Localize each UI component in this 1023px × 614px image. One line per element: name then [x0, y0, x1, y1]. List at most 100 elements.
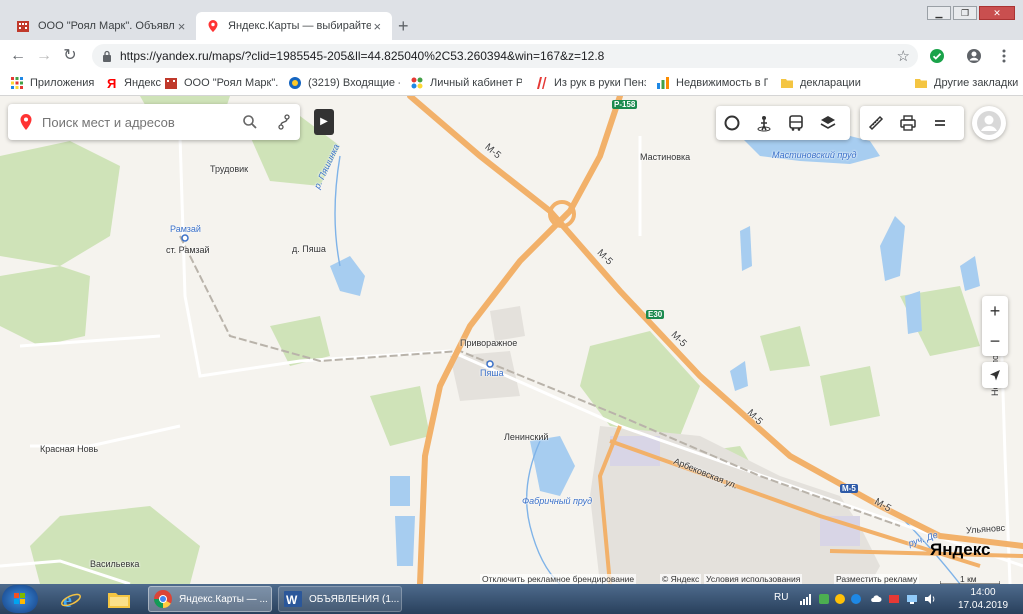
station-label[interactable]: Пяша — [480, 368, 504, 378]
zoom-in-button[interactable]: + — [982, 296, 1008, 326]
water-body — [330, 256, 365, 296]
tab-bar: ООО "Роял Марк". Объявления × Яндекс.Кар… — [0, 0, 1023, 40]
tab-close-icon[interactable]: × — [371, 19, 384, 34]
bookmark-star-icon[interactable]: ☆ — [897, 47, 910, 65]
volume-icon[interactable] — [924, 593, 936, 605]
address-bar[interactable]: https://yandex.ru/maps/?clid=1985545-205… — [92, 44, 918, 68]
water-body — [740, 226, 752, 271]
yandex-logo[interactable]: Яндекс — [930, 540, 990, 560]
menu-button[interactable] — [924, 106, 956, 140]
transport-button[interactable] — [780, 106, 812, 140]
dots-icon — [411, 77, 423, 89]
zoom-out-button[interactable]: − — [982, 326, 1008, 356]
word-icon: W — [284, 591, 302, 607]
hands-icon — [537, 77, 547, 89]
taskbar-explorer[interactable] — [96, 586, 142, 612]
network-signal-icon[interactable] — [800, 593, 812, 605]
place-label[interactable]: ст. Рамзай — [166, 245, 210, 255]
minimize-icon[interactable]: ▁ — [927, 6, 951, 20]
traffic-button[interactable] — [716, 106, 748, 140]
layers-button[interactable] — [812, 106, 844, 140]
reload-icon[interactable]: ↻ — [60, 46, 80, 66]
printer-icon — [900, 115, 916, 131]
bookmark-mail[interactable]: (3219) Входящие - п — [288, 76, 400, 90]
water-body — [880, 216, 905, 281]
disable-ad-link[interactable]: Отключить рекламное брендирование — [480, 574, 637, 584]
bookmark-yandex[interactable]: Я Яндекс — [104, 76, 161, 90]
terms-link[interactable]: Условия использования — [704, 574, 803, 584]
bookmark-other[interactable]: Другие закладки — [914, 76, 1018, 90]
print-button[interactable] — [892, 106, 924, 140]
road-shield-e30: E30 — [646, 310, 665, 319]
fabrichny-pond — [530, 436, 575, 496]
minor-road — [30, 424, 181, 448]
browser-window: ООО "Роял Марк". Объявления × Яндекс.Кар… — [0, 0, 1023, 614]
cloud-icon[interactable] — [870, 593, 882, 605]
forward-icon[interactable]: → — [34, 46, 54, 66]
user-avatar[interactable] — [972, 106, 1006, 140]
place-label[interactable]: Красная Новь — [40, 444, 98, 454]
internet-explorer-icon: e — [61, 590, 81, 610]
station-icon — [181, 234, 189, 242]
forest-area — [0, 266, 90, 346]
bookmark-realty[interactable]: Недвижимость в По — [656, 76, 768, 90]
bookmark-irr[interactable]: Из рук в руки Пенза — [534, 76, 646, 90]
hamburger-icon — [935, 120, 945, 126]
clock-time: 14:00 — [970, 587, 996, 598]
check-extension-icon[interactable] — [929, 48, 945, 64]
building-favicon-icon — [165, 78, 177, 89]
place-label[interactable]: Приворажное — [460, 338, 517, 348]
bookmark-cabinet[interactable]: Личный кабинет Pro — [410, 76, 522, 90]
bookmark-label: Приложения — [30, 77, 95, 89]
place-label[interactable]: Васильевка — [90, 559, 139, 569]
traffic-icon — [724, 115, 740, 131]
ruler-button[interactable] — [860, 106, 892, 140]
bars-icon — [657, 77, 669, 89]
chrome-icon — [154, 590, 172, 608]
account-icon[interactable] — [966, 48, 982, 64]
svg-text:Я: Я — [107, 76, 116, 90]
route-icon[interactable] — [276, 114, 292, 130]
restore-icon[interactable]: ❐ — [953, 6, 977, 20]
bus-icon — [789, 115, 803, 131]
close-window-icon[interactable]: ✕ — [979, 6, 1015, 20]
place-label[interactable]: д. Пяша — [292, 244, 326, 254]
map-search-box — [8, 104, 300, 140]
tray-app-icon[interactable] — [888, 593, 900, 605]
tab-yandex-maps[interactable]: Яндекс.Карты — выбирайте, где × — [196, 12, 392, 40]
place-label[interactable]: Мастиновка — [640, 152, 690, 162]
panorama-button[interactable] — [748, 106, 780, 140]
sidebar-toggle-icon[interactable]: ▶ — [314, 109, 334, 135]
start-button[interactable] — [2, 585, 38, 613]
network-icon[interactable] — [906, 593, 918, 605]
tab-royal-mark[interactable]: ООО "Роял Марк". Объявления × — [6, 12, 196, 40]
bookmark-apps[interactable]: Приложения — [10, 76, 94, 90]
bookmark-label: Из рук в руки Пенза — [554, 77, 646, 89]
search-input[interactable] — [42, 114, 232, 130]
bookmarks-bar: Приложения Я Яндекс ООО "Роял Марк". С (… — [0, 72, 1023, 96]
tray-app-icon[interactable] — [834, 593, 846, 605]
menu-dots-icon[interactable] — [996, 48, 1012, 64]
search-icon[interactable] — [242, 114, 258, 130]
tab-close-icon[interactable]: × — [175, 19, 188, 34]
bookmark-declarations[interactable]: декларации — [780, 76, 861, 90]
place-label[interactable]: Ленинский — [504, 432, 548, 442]
taskbar-window-chrome[interactable]: Яндекс.Карты — ... — [148, 586, 272, 612]
person-panorama-icon — [757, 116, 771, 132]
map-canvas[interactable]: Трудовик Рамзай ст. Рамзай д. Пяша р. Пя… — [0, 96, 1023, 584]
new-tab-icon[interactable]: + — [398, 16, 409, 37]
back-icon[interactable]: ← — [8, 46, 28, 66]
language-indicator[interactable]: RU — [774, 592, 788, 603]
tray-app-icon[interactable] — [818, 593, 830, 605]
place-label[interactable]: Трудовик — [210, 164, 248, 174]
station-label[interactable]: Рамзай — [170, 224, 201, 234]
advertise-link[interactable]: Разместить рекламу — [834, 574, 920, 584]
geolocation-button[interactable] — [982, 362, 1008, 388]
taskbar-ie[interactable]: e — [48, 586, 94, 612]
system-clock[interactable]: 14:00 17.04.2019 — [958, 586, 1008, 612]
tray-app-icon[interactable] — [850, 593, 862, 605]
taskbar-window-word[interactable]: W ОБЪЯВЛЕНИЯ (1... — [278, 586, 402, 612]
bookmark-label: декларации — [800, 77, 861, 89]
bookmark-royal-mark[interactable]: ООО "Роял Марк". С — [164, 76, 279, 90]
road-shield-r158: Р-158 — [612, 100, 638, 109]
